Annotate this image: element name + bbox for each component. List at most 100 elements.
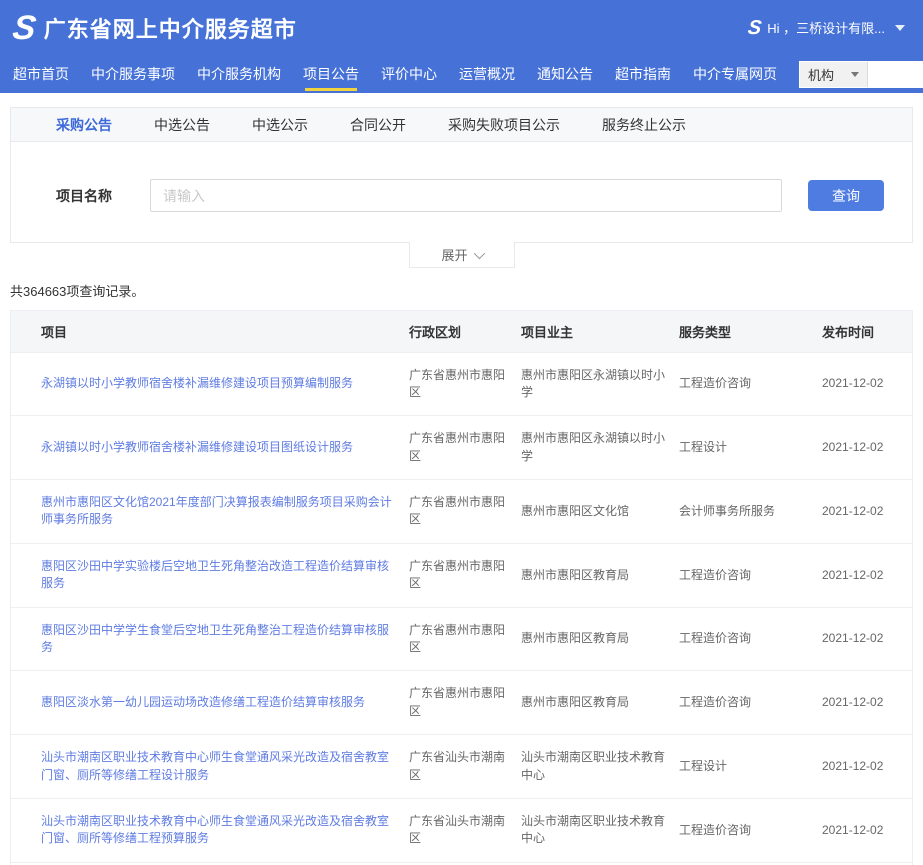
project-link[interactable]: 永湖镇以时小学教师宿舍楼补漏维修建设项目图纸设计服务 <box>41 440 353 454</box>
service-type-cell: 工程设计 <box>679 416 822 480</box>
header: S 广东省网上中介服务超市 S Hi ，三桥设计有限... <box>0 0 923 55</box>
project-link[interactable]: 永湖镇以时小学教师宿舍楼补漏维修建设项目预算编制服务 <box>41 376 353 390</box>
search-category-value: 机构 <box>808 65 834 84</box>
table-row: 惠阳区淡水第一幼儿园运动场改造修缮工程造价结算审核服务 广东省惠州市惠阳区惠州市惠… <box>11 671 912 735</box>
column-header: 发布时间 <box>822 311 912 352</box>
project-name-input[interactable] <box>150 179 782 212</box>
publish-date-cell: 2021-12-02 <box>822 480 912 544</box>
table-row: 永湖镇以时小学教师宿舍楼补漏维修建设项目预算编制服务 广东省惠州市惠阳区惠州市惠阳… <box>11 352 912 416</box>
project-link[interactable]: 惠阳区沙田中学学生食堂后空地卫生死角整治工程造价结算审核服务 <box>41 623 389 654</box>
table-row: 惠州市惠阳区文化馆2021年度部门决算报表编制服务项目采购会计师事务所服务广东省… <box>11 480 912 544</box>
main-nav: 超市首页中介服务事项中介服务机构项目公告评价中心运营概况通知公告超市指南中介专属… <box>0 55 923 93</box>
project-cell: 惠阳区沙田中学实验楼后空地卫生死角整治改造工程造价结算审核服务 <box>11 543 409 607</box>
owner-cell: 惠州市惠阳区永湖镇以时小学 <box>521 416 679 480</box>
nav-items: 超市首页中介服务事项中介服务机构项目公告评价中心运营概况通知公告超市指南中介专属… <box>13 55 799 93</box>
filter-row: 项目名称 查询 <box>11 142 912 242</box>
service-type-cell: 工程造价咨询 <box>679 607 822 671</box>
caret-down-icon <box>895 25 905 31</box>
user-menu[interactable]: S Hi ，三桥设计有限... <box>748 18 905 38</box>
tab-1[interactable]: 中选公告 <box>154 115 210 135</box>
project-cell: 汕头市潮南区职业技术教育中心师生食堂通风采光改造及宿舍教室门窗、厕所等修缮工程设… <box>11 735 409 799</box>
nav-item-2[interactable]: 中介服务机构 <box>197 55 281 93</box>
publish-date-cell: 2021-12-02 <box>822 352 912 416</box>
region-cell: 广东省惠州市惠阳区 <box>409 607 521 671</box>
nav-item-3[interactable]: 项目公告 <box>303 55 359 93</box>
nav-item-1[interactable]: 中介服务事项 <box>91 55 175 93</box>
publish-date-cell: 2021-12-02 <box>822 671 912 735</box>
nav-item-8[interactable]: 中介专属网页 <box>693 55 777 93</box>
project-link[interactable]: 汕头市潮南区职业技术教育中心师生食堂通风采光改造及宿舍教室门窗、厕所等修缮工程预… <box>41 814 389 845</box>
publish-date-cell: 2021-12-02 <box>822 735 912 799</box>
region-cell: 广东省惠州市惠阳区 <box>409 543 521 607</box>
service-type-cell: 工程造价咨询 <box>679 671 822 735</box>
column-header: 服务类型 <box>679 311 822 352</box>
tab-3[interactable]: 合同公开 <box>350 115 406 135</box>
column-header: 行政区划 <box>409 311 521 352</box>
publish-date-cell: 2021-12-02 <box>822 543 912 607</box>
region-cell: 广东省汕头市潮南区 <box>409 798 521 862</box>
region-cell: 广东省惠州市惠阳区 <box>409 352 521 416</box>
table-row: 惠阳区沙田中学实验楼后空地卫生死角整治改造工程造价结算审核服务广东省惠州市惠阳区… <box>11 543 912 607</box>
region-cell: 广东省惠州市惠阳区 <box>409 480 521 544</box>
expand-toggle[interactable]: 展开 <box>409 242 515 268</box>
owner-cell: 惠州市惠阳区教育局 <box>521 671 679 735</box>
project-cell: 永湖镇以时小学教师宿舍楼补漏维修建设项目预算编制服务 <box>11 352 409 416</box>
result-count: 共364663项查询记录。 <box>10 281 913 300</box>
table-row: 永湖镇以时小学教师宿舍楼补漏维修建设项目图纸设计服务 广东省惠州市惠阳区惠州市惠阳… <box>11 416 912 480</box>
service-type-cell: 工程设计 <box>679 735 822 799</box>
header-search: 机构 <box>799 61 923 88</box>
region-cell: 广东省惠州市惠阳区 <box>409 671 521 735</box>
publish-date-cell: 2021-12-02 <box>822 798 912 862</box>
filter-panel: 采购公告中选公告中选公示合同公开采购失败项目公示服务终止公示 项目名称 查询 展… <box>10 107 913 243</box>
search-category-select[interactable]: 机构 <box>800 62 868 87</box>
project-cell: 永湖镇以时小学教师宿舍楼补漏维修建设项目图纸设计服务 <box>11 416 409 480</box>
nav-item-7[interactable]: 超市指南 <box>615 55 671 93</box>
owner-cell: 汕头市潮南区职业技术教育中心 <box>521 798 679 862</box>
user-greeting: Hi ，三桥设计有限... <box>767 18 885 37</box>
column-header: 项目业主 <box>521 311 679 352</box>
nav-item-6[interactable]: 通知公告 <box>537 55 593 93</box>
nav-item-4[interactable]: 评价中心 <box>381 55 437 93</box>
owner-cell: 汕头市潮南区职业技术教育中心 <box>521 735 679 799</box>
expand-label: 展开 <box>441 245 467 264</box>
tab-4[interactable]: 采购失败项目公示 <box>448 115 560 135</box>
chevron-down-icon <box>473 247 484 258</box>
project-link[interactable]: 惠阳区淡水第一幼儿园运动场改造修缮工程造价结算审核服务 <box>41 695 365 709</box>
table-row: 惠阳区沙田中学学生食堂后空地卫生死角整治工程造价结算审核服务广东省惠州市惠阳区惠… <box>11 607 912 671</box>
announcement-tabs: 采购公告 中选公告 中选公示 合同公开 采购失败项目公示 服务终止公示 <box>11 108 912 142</box>
tab-0[interactable]: 采购公告 <box>56 115 112 135</box>
publish-date-cell: 2021-12-02 <box>822 607 912 671</box>
announcement-table-wrap: 项目行政区划项目业主服务类型发布时间 永湖镇以时小学教师宿舍楼补漏维修建设项目预… <box>10 310 913 865</box>
brand: S 广东省网上中介服务超市 <box>13 11 297 45</box>
project-link[interactable]: 惠阳区沙田中学实验楼后空地卫生死角整治改造工程造价结算审核服务 <box>41 559 389 590</box>
user-brand-icon: S <box>747 18 761 38</box>
nav-item-0[interactable]: 超市首页 <box>13 55 69 93</box>
site-title: 广东省网上中介服务超市 <box>44 12 297 44</box>
service-type-cell: 工程造价咨询 <box>679 543 822 607</box>
service-type-cell: 工程造价咨询 <box>679 352 822 416</box>
query-button[interactable]: 查询 <box>808 180 884 211</box>
owner-cell: 惠州市惠阳区永湖镇以时小学 <box>521 352 679 416</box>
project-cell: 惠阳区淡水第一幼儿园运动场改造修缮工程造价结算审核服务 <box>11 671 409 735</box>
project-cell: 惠州市惠阳区文化馆2021年度部门决算报表编制服务项目采购会计师事务所服务 <box>11 480 409 544</box>
service-type-cell: 工程造价咨询 <box>679 798 822 862</box>
tab-2[interactable]: 中选公示 <box>252 115 308 135</box>
site-logo-icon: S <box>11 11 36 45</box>
project-cell: 汕头市潮南区职业技术教育中心师生食堂通风采光改造及宿舍教室门窗、厕所等修缮工程预… <box>11 798 409 862</box>
project-link[interactable]: 汕头市潮南区职业技术教育中心师生食堂通风采光改造及宿舍教室门窗、厕所等修缮工程设… <box>41 750 389 781</box>
dropdown-caret-icon <box>851 72 859 77</box>
announcement-table: 项目行政区划项目业主服务类型发布时间 永湖镇以时小学教师宿舍楼补漏维修建设项目预… <box>11 311 912 865</box>
owner-cell: 惠州市惠阳区教育局 <box>521 607 679 671</box>
region-cell: 广东省汕头市潮南区 <box>409 735 521 799</box>
owner-cell: 惠州市惠阳区文化馆 <box>521 480 679 544</box>
header-search-input[interactable] <box>868 62 923 87</box>
owner-cell: 惠州市惠阳区教育局 <box>521 543 679 607</box>
table-row: 汕头市潮南区职业技术教育中心师生食堂通风采光改造及宿舍教室门窗、厕所等修缮工程设… <box>11 735 912 799</box>
table-header-row: 项目行政区划项目业主服务类型发布时间 <box>11 311 912 352</box>
region-cell: 广东省惠州市惠阳区 <box>409 416 521 480</box>
column-header: 项目 <box>11 311 409 352</box>
project-link[interactable]: 惠州市惠阳区文化馆2021年度部门决算报表编制服务项目采购会计师事务所服务 <box>41 495 392 526</box>
nav-item-5[interactable]: 运营概况 <box>459 55 515 93</box>
project-cell: 惠阳区沙田中学学生食堂后空地卫生死角整治工程造价结算审核服务 <box>11 607 409 671</box>
tab-5[interactable]: 服务终止公示 <box>602 115 686 135</box>
